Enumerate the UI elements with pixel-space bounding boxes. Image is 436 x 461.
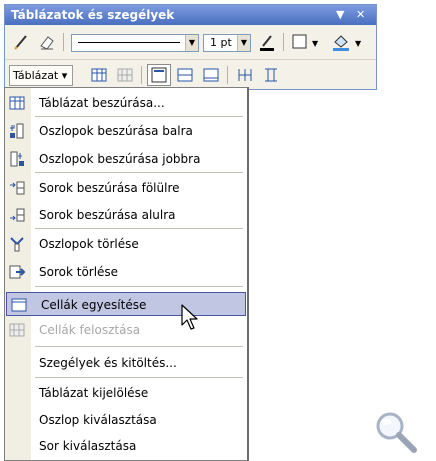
table-menu-button[interactable]: Táblázat ▾ [9,65,73,86]
menu-item-borders-and-shading[interactable]: Szegélyek és kitöltés... [5,351,247,375]
borders-dropdown-button[interactable]: ▼ [289,31,325,53]
distribute-columns-icon [203,68,219,82]
menu-item-label: Táblázat beszúrása... [39,96,165,110]
menu-item-label: Szegélyek és kitöltés... [39,356,177,370]
distribute-rows-evenly-button[interactable] [233,64,257,86]
insert-columns-right-icon [8,150,26,168]
menu-item-insert-table[interactable]: Táblázat beszúrása... [5,91,247,115]
border-color-button[interactable] [255,31,279,53]
menu-item-delete-rows[interactable]: Sorok törlése [5,260,247,284]
toolbar-separator [227,66,228,84]
menu-item-delete-columns[interactable]: Oszlopok törlése [5,232,247,256]
pencil-icon [14,35,27,50]
menu-item-label: Sorok beszúrása fölülre [39,181,180,195]
svg-text:▼: ▼ [355,39,362,48]
shading-color-button[interactable]: ▼ [329,31,369,53]
menu-item-select-column[interactable]: Oszlop kiválasztása [5,408,247,432]
menu-item-split-cells: Cellák felosztása [5,318,247,342]
distribute-rows-icon [177,68,193,82]
menu-divider [35,172,243,173]
insert-rows-above-icon [8,179,26,197]
toolbar-separator [141,66,142,84]
split-cells-button [113,64,137,86]
menu-item-merge-cells[interactable]: Cellák egyesítése [6,292,246,316]
menu-item-label: Oszlopok beszúrása balra [39,124,193,138]
line-weight-value: 1 pt [210,36,232,49]
menu-item-label: Oszlop kiválasztása [39,413,157,427]
tables-and-borders-toolbar: Táblázatok és szegélyek ▼ ✕ ▼ 1 pt ▼ ▼ ▼… [4,4,377,90]
menu-divider [35,228,243,229]
line-style-preview [78,42,180,43]
paint-bucket-icon: ▼ [333,35,362,51]
menu-item-select-row[interactable]: Sor kiválasztása [5,434,247,458]
draw-table-button[interactable] [9,31,33,53]
menu-item-label: Oszlopok törlése [39,237,139,251]
menu-item-insert-columns-right[interactable]: Oszlopok beszúrása jobbra [5,147,247,171]
menu-divider [35,377,243,378]
eraser-button[interactable] [35,31,59,53]
chevron-down-icon: ▼ [185,35,198,51]
close-icon[interactable]: ✕ [356,5,365,25]
toolbar-separator [63,33,64,51]
eraser-icon [40,36,54,50]
svg-text:▼: ▼ [312,39,319,48]
menu-divider [35,346,243,347]
menu-item-label: Cellák felosztása [39,323,141,337]
menu-divider [35,116,243,117]
toolbar-separator [283,33,284,51]
align-top-icon [151,67,167,83]
menu-divider [35,286,243,287]
row-height-icon [238,69,252,81]
distribute-rows-button[interactable] [173,64,197,86]
outside-border-icon: ▼ [292,34,319,49]
split-cells-icon [8,321,26,339]
delete-columns-icon [8,235,26,253]
pen-color-icon [260,35,274,51]
menu-item-label: Oszlopok beszúrása jobbra [39,152,201,166]
toolbar-title: Táblázatok és szegélyek [11,8,175,22]
distribute-columns-evenly-button[interactable] [259,64,283,86]
insert-table-icon [8,94,26,112]
column-width-icon [265,68,277,82]
menu-item-select-table[interactable]: Táblázat kijelölése [5,381,247,405]
menu-item-label: Sor kiválasztása [39,439,137,453]
mouse-cursor-icon [181,304,198,330]
table-dropdown-menu: Táblázat beszúrása... Oszlopok beszúrása… [4,87,249,461]
menu-item-insert-columns-left[interactable]: Oszlopok beszúrása balra [5,119,247,143]
menu-item-label: Cellák egyesítése [41,298,147,312]
magnifier-icon[interactable] [372,408,420,456]
insert-rows-below-icon [8,206,26,224]
menu-item-label: Sorok beszúrása alulra [39,208,176,222]
merge-cells-icon [10,296,28,314]
distribute-columns-button[interactable] [199,64,223,86]
toolbar-title-bar[interactable]: Táblázatok és szegélyek ▼ ✕ [5,5,376,25]
line-weight-dropdown[interactable]: 1 pt ▼ [203,34,251,52]
split-cells-icon [117,68,133,82]
delete-rows-icon [8,263,26,281]
insert-columns-left-icon [8,122,26,140]
menu-item-insert-rows-above[interactable]: Sorok beszúrása fölülre [5,176,247,200]
chevron-down-icon: ▼ [237,35,250,51]
toolbar-row-1: ▼ 1 pt ▼ ▼ ▼ [5,27,376,57]
menu-item-label: Sorok törlése [39,265,119,279]
insert-table-button[interactable] [87,64,111,86]
toolbar-row-2: Táblázat ▾ [5,59,376,90]
menu-item-label: Táblázat kijelölése [39,386,149,400]
menu-item-insert-rows-below[interactable]: Sorok beszúrása alulra [5,203,247,227]
line-style-dropdown[interactable]: ▼ [71,34,199,52]
toolbar-options-icon[interactable]: ▼ [336,5,344,25]
table-icon [91,68,107,82]
align-top-button[interactable] [147,64,171,86]
